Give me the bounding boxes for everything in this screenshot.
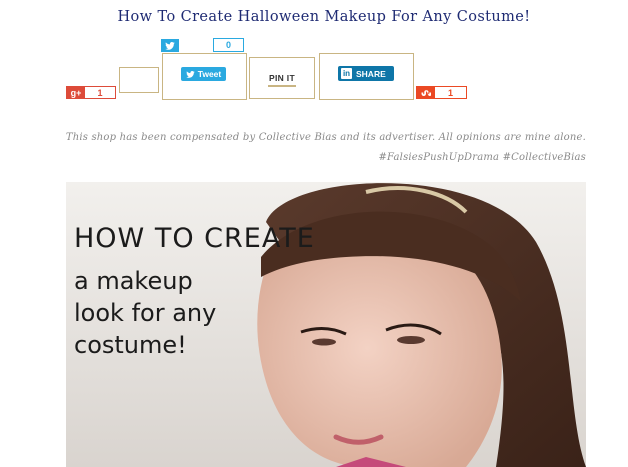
- linkedin-share-button[interactable]: in SHARE: [338, 66, 394, 81]
- share-bar: g+ 1 0 Tweet PIN IT in SHARE 1: [0, 0, 628, 110]
- twitter-count: 0: [213, 38, 244, 52]
- hero-text-line1: HOW TO CREATE: [74, 223, 315, 254]
- linkedin-icon: in: [341, 68, 352, 79]
- tweet-button[interactable]: Tweet: [181, 67, 226, 81]
- pin-it-button[interactable]: PIN IT: [268, 73, 296, 87]
- tweet-label: Tweet: [197, 69, 222, 79]
- sponsorship-disclosure: This shop has been compensated by Collec…: [66, 128, 586, 168]
- facebook-like-frame[interactable]: [119, 67, 159, 93]
- stumbleupon-icon: [417, 87, 435, 98]
- linkedin-share-label: SHARE: [356, 68, 386, 79]
- hero-overlay-text: HOW TO CREATE a makeup look for any cost…: [74, 224, 315, 359]
- google-plus-count: 1: [97, 87, 103, 98]
- google-plus-share[interactable]: g+ 1: [66, 86, 116, 99]
- hero-text-line3: look for any: [74, 299, 217, 328]
- hero-image: HOW TO CREATE a makeup look for any cost…: [66, 182, 586, 467]
- stumbleupon-count: 1: [447, 87, 453, 98]
- twitter-bird-icon: [186, 70, 195, 78]
- google-plus-icon: g+: [67, 87, 85, 98]
- stumbleupon-share[interactable]: 1: [416, 86, 467, 99]
- twitter-bird-icon: [161, 39, 179, 52]
- disclosure-text: This shop has been compensated by Collec…: [65, 132, 586, 143]
- hashtags: #FalsiesPushUpDrama #CollectiveBias: [378, 152, 586, 163]
- hero-text-line2: a makeup: [74, 266, 193, 295]
- hero-text-line4: costume!: [74, 331, 187, 360]
